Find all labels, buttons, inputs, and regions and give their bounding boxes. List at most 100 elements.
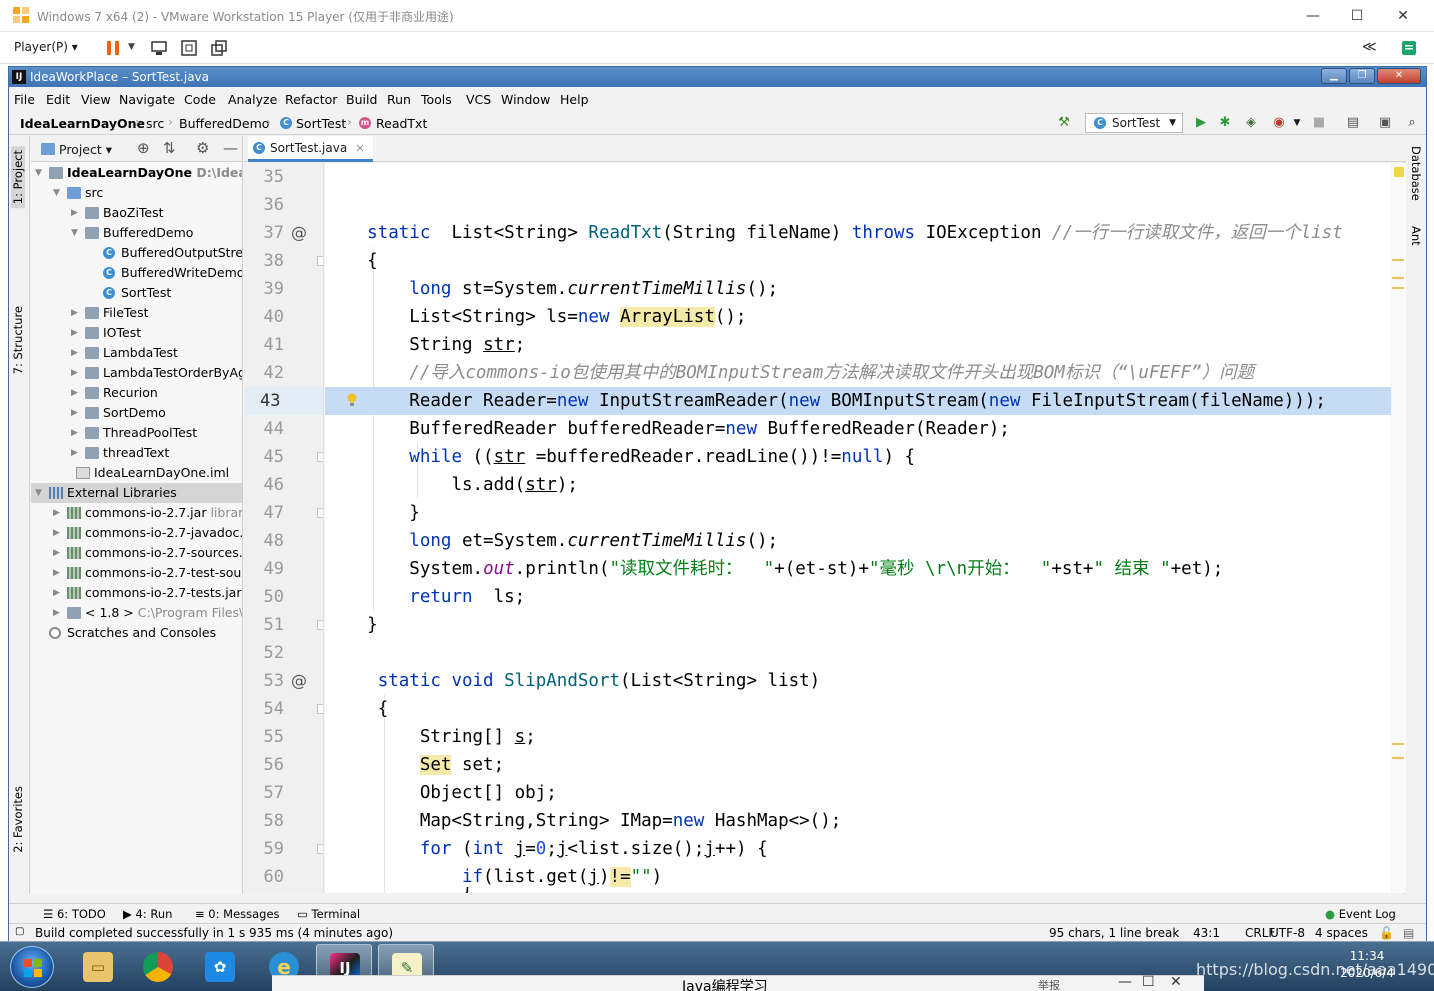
tab-project[interactable]: 1: Project	[11, 146, 25, 209]
tool-todo[interactable]: ☰ 6: TODO	[43, 907, 106, 921]
menu-navigate[interactable]: Navigate	[119, 92, 175, 107]
breadcrumb-method[interactable]: ReadTxt	[376, 116, 427, 131]
tree-item[interactable]: ▶ Recurion	[31, 383, 242, 403]
coverage-icon[interactable]: ◈	[1243, 115, 1259, 131]
project-view-select[interactable]: Project ▾	[59, 142, 112, 157]
warning-mark[interactable]	[1392, 743, 1404, 745]
collapsed-arrow-icon[interactable]: ▶	[71, 423, 81, 443]
ide-restore-button[interactable]: ❐	[1349, 68, 1375, 84]
fold-marker-icon[interactable]	[317, 844, 323, 854]
tree-item[interactable]: ▼ src	[31, 183, 242, 203]
breadcrumb-class[interactable]: SortTest	[296, 116, 346, 131]
editor-tab-sorttest[interactable]: C SortTest.java ×	[248, 136, 374, 162]
warning-mark[interactable]	[1392, 757, 1404, 759]
tree-item[interactable]: ▶ commons-io-2.7.jar library	[31, 503, 242, 523]
fold-marker-icon[interactable]	[317, 620, 323, 630]
tree-item[interactable]: ▶ commons-io-2.7-javadoc.ja	[31, 523, 242, 543]
collapsed-arrow-icon[interactable]: ▶	[71, 303, 81, 323]
inspection-status-icon[interactable]	[1394, 167, 1404, 177]
tree-item[interactable]: ▼ BufferedDemo	[31, 223, 242, 243]
collapsed-arrow-icon[interactable]: ▶	[71, 403, 81, 423]
pause-dropdown-icon[interactable]: ▼	[128, 42, 135, 52]
tool-terminal[interactable]: ▭ Terminal	[297, 907, 360, 921]
menu-view[interactable]: View	[81, 92, 111, 107]
menu-build[interactable]: Build	[346, 92, 377, 107]
warning-mark[interactable]	[1392, 287, 1404, 289]
tool-event-log[interactable]: ● Event Log	[1325, 907, 1396, 921]
collapse-all-icon[interactable]: ⇅	[163, 139, 176, 157]
tree-item[interactable]: ▼ IdeaLearnDayOne D:\IdeaW	[31, 163, 242, 183]
menu-code[interactable]: Code	[184, 92, 216, 107]
tab-database[interactable]: Database	[1409, 146, 1423, 201]
line-number[interactable]: 50	[244, 583, 284, 611]
line-number[interactable]: 35	[244, 163, 284, 191]
collapsed-arrow-icon[interactable]: ▶	[53, 543, 63, 563]
menu-window[interactable]: Window	[501, 92, 550, 107]
tree-item[interactable]: ▶ < 1.8 > C:\Program Files\J	[31, 603, 242, 623]
collapsed-arrow-icon[interactable]: ▶	[71, 323, 81, 343]
warning-mark[interactable]	[1392, 277, 1404, 279]
line-number[interactable]: 44	[244, 415, 284, 443]
tree-item[interactable]: ▶ SortDemo	[31, 403, 242, 423]
breadcrumb-package[interactable]: BufferedDemo	[179, 116, 269, 131]
ide-close-button[interactable]: ✕	[1377, 68, 1421, 84]
tree-item[interactable]: ▶ commons-io-2.7-sources.ja	[31, 543, 242, 563]
collapsed-arrow-icon[interactable]: ▶	[53, 583, 63, 603]
tree-item[interactable]: ▼ External Libraries	[31, 483, 242, 503]
fold-marker-icon[interactable]	[317, 256, 323, 266]
menu-analyze[interactable]: Analyze	[228, 92, 277, 107]
line-number[interactable]: 52	[244, 639, 284, 667]
tree-item[interactable]: ▶ LambdaTestOrderByAg	[31, 363, 242, 383]
popup-report-link[interactable]: 举报	[1038, 977, 1060, 991]
more-runs-dropdown-icon[interactable]: ▼	[1289, 115, 1305, 131]
tree-item[interactable]: ▶ commons-io-2.7-tests.jar l	[31, 583, 242, 603]
minimize-icon[interactable]: —	[1118, 974, 1132, 990]
status-indent[interactable]: 4 spaces	[1315, 926, 1368, 940]
fold-marker-icon[interactable]	[317, 704, 323, 714]
menu-file[interactable]: File	[14, 92, 35, 107]
collapsed-arrow-icon[interactable]: ▶	[71, 363, 81, 383]
send-ctrl-alt-del-icon[interactable]	[150, 39, 168, 57]
collapsed-arrow-icon[interactable]: ▶	[71, 203, 81, 223]
collapsed-arrow-icon[interactable]: ▶	[53, 523, 63, 543]
vmware-close-button[interactable]: ✕	[1380, 0, 1426, 32]
library-icon[interactable]	[1400, 39, 1418, 57]
menu-refactor[interactable]: Refactor	[285, 92, 337, 107]
run-configuration-select[interactable]: C SortTest ▼	[1085, 113, 1183, 133]
line-number[interactable]: 47	[244, 499, 284, 527]
vmware-maximize-button[interactable]: ☐	[1334, 0, 1380, 32]
status-encoding[interactable]: UTF-8	[1270, 926, 1305, 940]
line-number[interactable]: 57	[244, 779, 284, 807]
taskbar-explorer[interactable]: ▭	[70, 944, 126, 989]
memory-indicator-icon[interactable]: ▤	[1403, 926, 1414, 940]
tree-item[interactable]: ▶ IOTest	[31, 323, 242, 343]
line-number[interactable]: 43	[244, 387, 323, 415]
tree-item[interactable]: ▶ ThreadPoolTest	[31, 423, 242, 443]
build-hammer-icon[interactable]: ⚒	[1056, 115, 1072, 131]
line-number[interactable]: 39	[244, 275, 284, 303]
menu-tools[interactable]: Tools	[421, 92, 452, 107]
fullscreen-icon[interactable]	[180, 39, 198, 57]
status-message[interactable]: Build completed successfully in 1 s 935 …	[35, 926, 393, 940]
fold-marker-icon[interactable]	[317, 508, 323, 518]
taskbar-chrome[interactable]	[130, 944, 186, 989]
line-number[interactable]: 55	[244, 723, 284, 751]
line-number[interactable]: 51	[244, 611, 284, 639]
collapsed-arrow-icon[interactable]: ▶	[53, 503, 63, 523]
line-number[interactable]: 46	[244, 471, 284, 499]
tab-ant[interactable]: Ant	[1409, 226, 1423, 246]
locate-icon[interactable]: ⊕	[137, 139, 150, 157]
tree-item[interactable]: ▶ FileTest	[31, 303, 242, 323]
tree-item[interactable]: C SortTest	[31, 283, 242, 303]
expanded-arrow-icon[interactable]: ▼	[71, 223, 81, 243]
line-number[interactable]: 54	[244, 695, 284, 723]
collapsed-arrow-icon[interactable]: ▶	[53, 563, 63, 583]
tree-item[interactable]: ▶ commons-io-2.7-test-sourc	[31, 563, 242, 583]
collapse-icon[interactable]: ≪	[1362, 39, 1377, 55]
line-number[interactable]: 59	[244, 835, 284, 863]
run-icon[interactable]: ▶	[1193, 115, 1209, 131]
line-number[interactable]: 42	[244, 359, 284, 387]
tree-item[interactable]: ▶ threadText	[31, 443, 242, 463]
expanded-arrow-icon[interactable]: ▼	[53, 183, 63, 203]
taskbar-qq[interactable]: ✿	[192, 944, 248, 989]
